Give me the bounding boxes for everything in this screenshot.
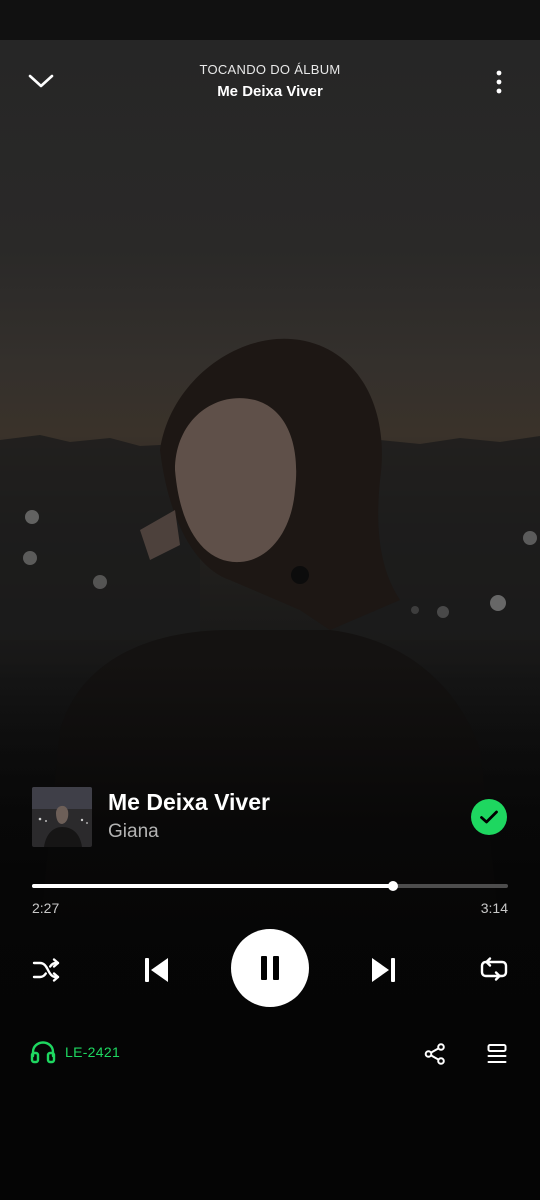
header: TOCANDO DO ÁLBUM Me Deixa Viver — [0, 40, 540, 124]
track-title[interactable]: Me Deixa Viver — [108, 788, 270, 816]
pause-button[interactable] — [231, 929, 309, 1007]
previous-icon[interactable] — [136, 950, 176, 990]
liked-check-button[interactable] — [471, 799, 507, 835]
progress-bar[interactable] — [32, 878, 508, 894]
shuffle-icon[interactable] — [26, 950, 66, 990]
more-vertical-icon[interactable] — [482, 64, 516, 100]
headphones-icon — [30, 1041, 56, 1064]
track-artist[interactable]: Giana — [108, 820, 159, 844]
share-icon[interactable] — [418, 1038, 452, 1070]
total-duration: 3:14 — [480, 900, 508, 916]
playback-controls — [0, 926, 540, 1010]
playing-context: TOCANDO DO ÁLBUM Me Deixa Viver — [100, 62, 440, 103]
connect-device-button[interactable]: LE-2421 — [30, 1040, 120, 1064]
progress-handle[interactable] — [387, 881, 398, 891]
queue-icon[interactable] — [480, 1038, 514, 1070]
progress-fill — [32, 884, 393, 888]
canvas-artwork — [0, 40, 540, 1200]
repeat-icon[interactable] — [474, 950, 514, 990]
footer-actions: LE-2421 — [0, 1032, 540, 1076]
check-icon — [480, 810, 498, 824]
elapsed-time: 2:27 — [32, 900, 60, 916]
next-icon[interactable] — [364, 950, 404, 990]
context-name[interactable]: Me Deixa Viver — [100, 81, 440, 103]
track-info: Me Deixa Viver Giana — [32, 786, 508, 848]
pause-icon — [261, 956, 279, 980]
progress-track — [32, 884, 508, 888]
status-bar — [0, 0, 540, 40]
album-cover-thumbnail[interactable] — [32, 787, 92, 847]
context-label: TOCANDO DO ÁLBUM — [199, 62, 341, 77]
device-name: LE-2421 — [65, 1044, 121, 1060]
now-playing-screen: TOCANDO DO ÁLBUM Me Deixa Viver Me Deixa… — [0, 0, 540, 1200]
chevron-down-icon[interactable] — [22, 62, 60, 100]
